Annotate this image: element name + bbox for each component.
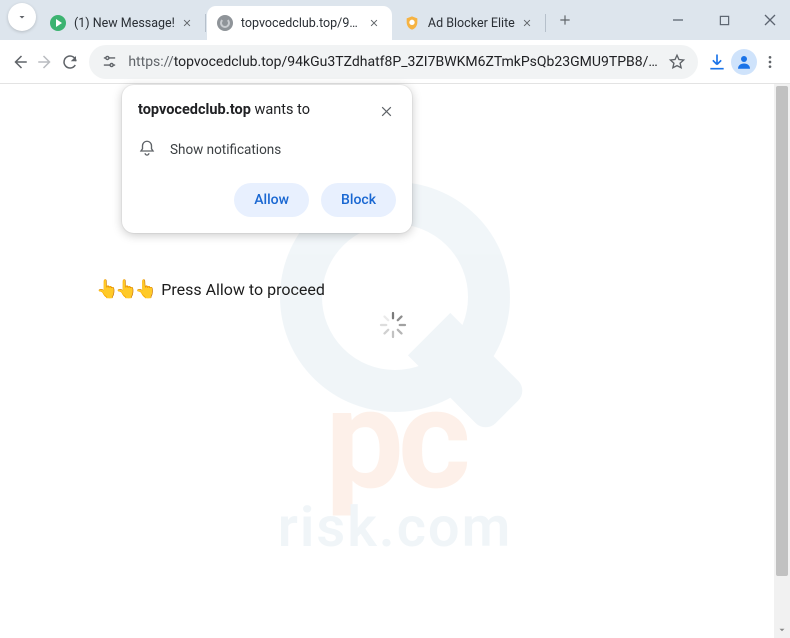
- tab-title: (1) New Message!: [74, 16, 175, 31]
- dots-vertical-icon: [762, 54, 778, 70]
- url-protocol: https://: [128, 54, 173, 70]
- globe-icon: [217, 15, 233, 31]
- reload-button[interactable]: [58, 45, 81, 79]
- tab-title: topvocedclub.top/94kG: [241, 16, 362, 31]
- page-content: pc risk.com 👆👆👆 Press Allow to proceed: [0, 84, 790, 638]
- arrow-left-icon: [11, 53, 29, 71]
- new-tab-button[interactable]: [551, 6, 579, 34]
- downloads-button[interactable]: [706, 45, 729, 79]
- maximize-button[interactable]: [710, 6, 738, 34]
- play-icon: [50, 15, 66, 31]
- menu-button[interactable]: [759, 45, 782, 79]
- minimize-icon: [672, 14, 684, 26]
- block-button[interactable]: Block: [321, 183, 396, 217]
- notification-permission-dialog: topvocedclub.top wants to Show notificat…: [122, 85, 412, 233]
- chevron-down-icon: [777, 625, 787, 635]
- page-message: 👆👆👆 Press Allow to proceed: [96, 279, 325, 300]
- close-tab-button[interactable]: [519, 15, 535, 31]
- scrollbar-down-button[interactable]: [774, 622, 790, 638]
- close-icon: [369, 18, 379, 28]
- permission-title: topvocedclub.top wants to: [138, 101, 376, 118]
- url-rest: topvocedclub.top/94kGu3TZdhatf8P_3ZI7BWK…: [174, 54, 658, 70]
- tab-topvocedclub[interactable]: topvocedclub.top/94kG: [207, 6, 392, 40]
- plus-icon: [558, 13, 572, 27]
- tab-title: Ad Blocker Elite: [428, 16, 515, 31]
- reload-icon: [61, 53, 79, 71]
- maximize-icon: [719, 15, 730, 26]
- tab-adblocker[interactable]: Ad Blocker Elite: [394, 6, 545, 40]
- site-settings-icon[interactable]: [101, 53, 118, 70]
- permission-body-text: Show notifications: [170, 142, 281, 158]
- tab-list-button[interactable]: [8, 3, 36, 31]
- loading-spinner: [378, 310, 408, 340]
- close-window-button[interactable]: [756, 6, 784, 34]
- arrow-right-icon: [36, 53, 54, 71]
- permission-close-button[interactable]: [376, 101, 396, 121]
- close-icon: [522, 18, 532, 28]
- bell-icon: [138, 139, 156, 161]
- chevron-down-icon: [16, 11, 28, 23]
- toolbar: https://topvocedclub.top/94kGu3TZdhatf8P…: [0, 40, 790, 84]
- profile-button[interactable]: [731, 45, 757, 79]
- shield-icon: [404, 15, 420, 31]
- close-tab-button[interactable]: [366, 15, 382, 31]
- back-button[interactable]: [8, 45, 31, 79]
- close-tab-button[interactable]: [179, 15, 195, 31]
- close-icon: [764, 14, 776, 26]
- permission-site: topvocedclub.top: [138, 101, 251, 118]
- window-controls: [664, 0, 790, 40]
- titlebar: (1) New Message! topvocedclub.top/94kG A…: [0, 0, 790, 40]
- url-text: https://topvocedclub.top/94kGu3TZdhatf8P…: [128, 54, 657, 70]
- close-icon: [182, 18, 192, 28]
- star-icon: [668, 53, 686, 71]
- avatar-icon: [731, 49, 757, 75]
- forward-button[interactable]: [33, 45, 56, 79]
- allow-button[interactable]: Allow: [234, 183, 309, 217]
- pointing-up-icon: 👆👆👆: [96, 279, 154, 300]
- vertical-scrollbar[interactable]: [774, 84, 790, 638]
- minimize-button[interactable]: [664, 6, 692, 34]
- spinner-icon: [378, 310, 408, 340]
- tab-new-message[interactable]: (1) New Message!: [40, 6, 205, 40]
- close-icon: [380, 105, 393, 118]
- download-icon: [707, 52, 727, 72]
- address-bar[interactable]: https://topvocedclub.top/94kGu3TZdhatf8P…: [89, 45, 697, 79]
- bookmark-button[interactable]: [668, 53, 686, 71]
- watermark-text: pc: [278, 358, 513, 522]
- page-message-text: Press Allow to proceed: [161, 280, 325, 299]
- watermark-text: risk.com: [278, 494, 513, 560]
- permission-wants-to: wants to: [251, 101, 310, 118]
- scrollbar-thumb[interactable]: [776, 86, 788, 576]
